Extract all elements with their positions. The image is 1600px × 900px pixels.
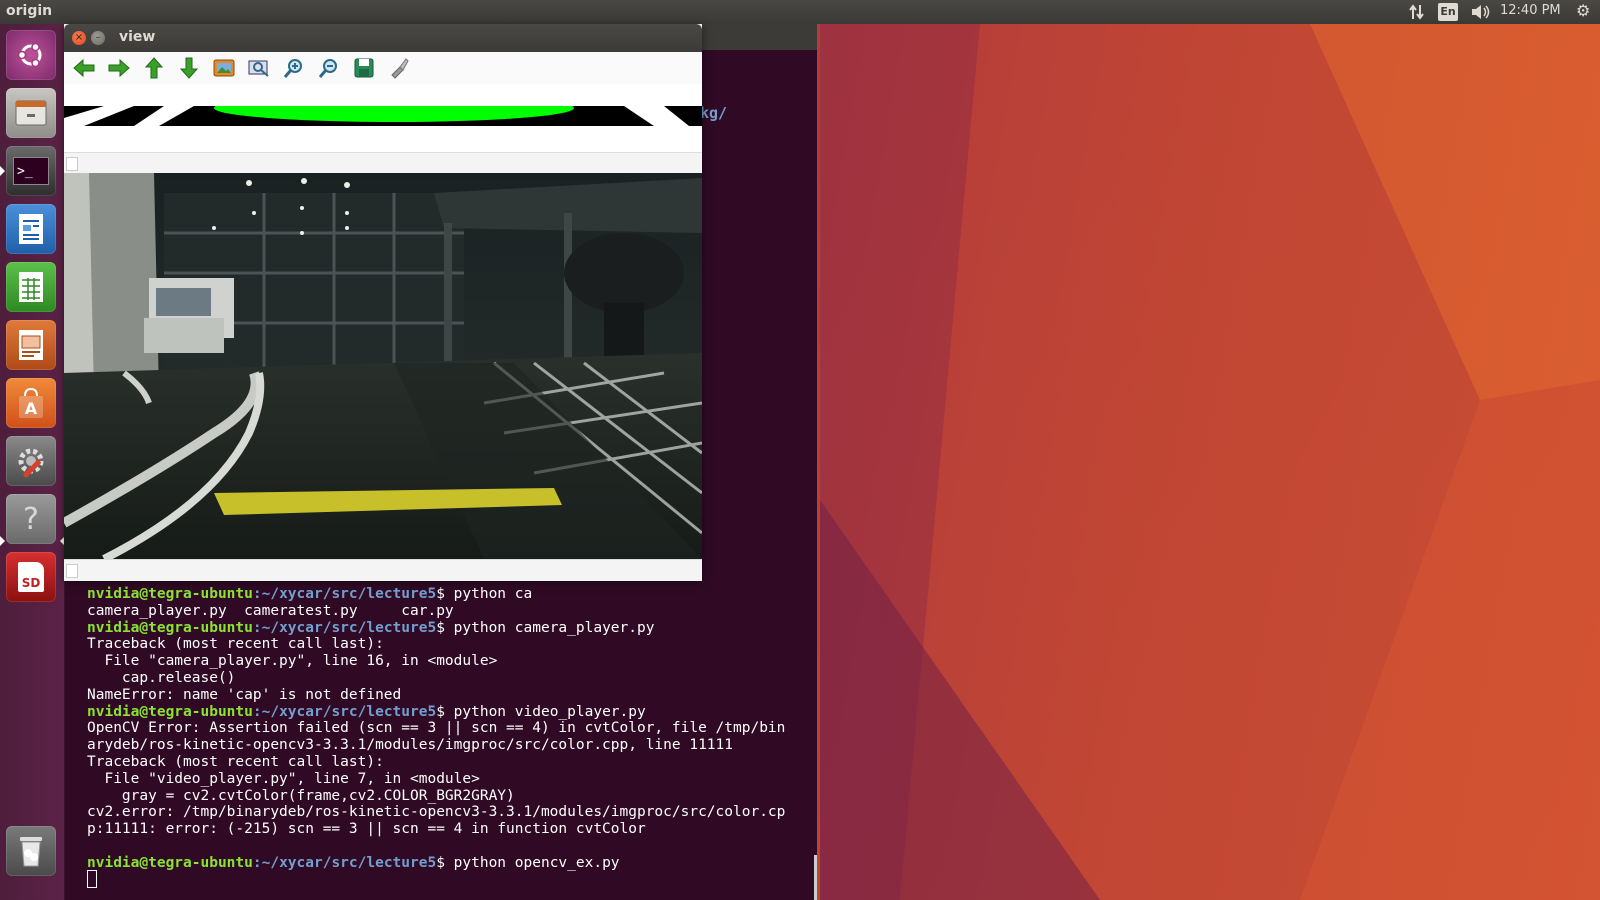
settings-button[interactable] xyxy=(385,55,413,81)
shopping-bag-icon: A xyxy=(19,387,43,418)
terminal-output-line: File "camera_player.py", line 16, in <mo… xyxy=(87,653,498,670)
forward-button[interactable] xyxy=(105,55,133,81)
zoom-fit-icon xyxy=(248,60,269,77)
terminal-output-line: cap.release() xyxy=(87,670,236,686)
terminal-output-line: Traceback (most recent call last): xyxy=(87,636,384,653)
checkbox-icon[interactable] xyxy=(66,564,78,578)
launcher-ubuntu-dash[interactable] xyxy=(6,30,56,80)
launcher-files[interactable] xyxy=(6,88,56,138)
clock[interactable]: 12:40 PM xyxy=(1500,3,1561,18)
arrow-up-icon xyxy=(144,57,164,79)
launcher-running-indicator xyxy=(0,166,5,176)
zoom-fit-button[interactable] xyxy=(245,55,273,81)
prompt-user: nvidia@tegra-ubuntu xyxy=(87,854,253,871)
prompt-command: $ python camera_player.py xyxy=(436,619,655,636)
launcher: >_ A ? SD xyxy=(0,24,65,900)
gear-icon[interactable]: ⚙ xyxy=(1576,1,1590,20)
view-window[interactable]: × – view xyxy=(64,24,702,581)
arrow-down-icon xyxy=(179,57,199,79)
arrow-right-icon xyxy=(108,58,130,78)
brush-icon xyxy=(391,58,409,79)
lane-strip-image xyxy=(64,104,702,126)
launcher-running-indicator xyxy=(0,536,5,546)
terminal-output-line: arydeb/ros-kinetic-opencv3-3.3.1/modules… xyxy=(87,737,734,754)
launcher-impress[interactable] xyxy=(6,320,56,370)
image-button[interactable] xyxy=(210,55,238,81)
terminal-prompt-line: nvidia@tegra-ubuntu:~/xycar/src/lecture5… xyxy=(87,586,532,603)
zoom-in-icon xyxy=(283,59,302,78)
terminal-output-line: OpenCV Error: Assertion failed (scn == 3… xyxy=(87,720,786,737)
terminal-output-line: NameError: name 'cap' is not defined xyxy=(87,686,402,703)
terminal-scrollbar[interactable] xyxy=(814,855,817,900)
file-cabinet-icon xyxy=(15,100,47,126)
terminal-prompt-line: nvidia@tegra-ubuntu:~/xycar/src/lecture5… xyxy=(87,620,654,637)
terminal-icon: >_ xyxy=(13,157,49,185)
up-button[interactable] xyxy=(140,55,168,81)
launcher-software-center[interactable]: A xyxy=(6,378,56,428)
camera-scene xyxy=(64,173,702,559)
view-toolbar xyxy=(64,52,702,84)
terminal-output-line: camera_player.py cameratest.py car.py xyxy=(87,602,454,619)
prompt-path: :~/xycar/src/lecture5 xyxy=(252,586,437,602)
launcher-sd-card[interactable]: SD xyxy=(6,552,56,602)
prompt-user: nvidia@tegra-ubuntu xyxy=(87,703,253,720)
trash-icon xyxy=(20,837,42,867)
keyboard-language-indicator[interactable]: En xyxy=(1438,3,1458,21)
terminal-output-line: p:11111: error: (-215) scn == 3 || scn =… xyxy=(87,821,646,838)
view-titlebar[interactable]: × – view xyxy=(64,24,702,52)
terminal-prompt-line: nvidia@tegra-ubuntu:~/xycar/src/lecture5… xyxy=(87,855,620,872)
prompt-command: $ python ca xyxy=(436,586,533,602)
terminal-prompt-line: nvidia@tegra-ubuntu:~/xycar/src/lecture5… xyxy=(87,704,646,721)
terminal-output-line: cv2.error: /tmp/binarydeb/ros-kinetic-op… xyxy=(87,804,786,821)
image-status-strip xyxy=(64,152,702,174)
prompt-path: :~/xycar/src/lecture5 xyxy=(252,619,437,636)
top-panel: origin En 12:40 PM ⚙ xyxy=(0,0,1600,24)
arrow-left-icon xyxy=(73,58,95,78)
zoom-out-icon xyxy=(318,59,337,78)
back-button[interactable] xyxy=(70,55,98,81)
image-status-strip-bottom xyxy=(64,559,702,581)
prompt-path: :~/xycar/src/lecture5 xyxy=(252,703,437,720)
document-icon xyxy=(19,214,43,244)
launcher-writer[interactable] xyxy=(6,204,56,254)
terminal-output-line: gray = cv2.cvtColor(frame,cv2.COLOR_BGR2… xyxy=(87,787,515,804)
terminal-output-line: Traceback (most recent call last): xyxy=(87,754,384,770)
wrench-gear-icon xyxy=(18,448,44,478)
presentation-icon xyxy=(19,330,43,360)
prompt-user: nvidia@tegra-ubuntu xyxy=(87,619,253,636)
down-button[interactable] xyxy=(175,55,203,81)
checkbox-icon[interactable] xyxy=(66,157,78,171)
ubuntu-logo-icon xyxy=(17,42,42,68)
network-updown-icon[interactable] xyxy=(1408,3,1426,25)
volume-icon[interactable] xyxy=(1470,3,1492,25)
sd-card-icon: SD xyxy=(18,562,44,592)
close-button[interactable]: × xyxy=(72,31,86,45)
view-window-title: view xyxy=(119,29,156,45)
launcher-help[interactable]: ? xyxy=(6,494,56,544)
spreadsheet-icon xyxy=(19,272,43,302)
active-window-title: origin xyxy=(6,3,53,19)
terminal-fragment: kg/ xyxy=(700,104,728,122)
camera-frame-image xyxy=(64,173,702,559)
prompt-command: $ python video_player.py xyxy=(436,703,646,720)
launcher-terminal[interactable]: >_ xyxy=(6,146,56,196)
zoom-out-button[interactable] xyxy=(315,55,343,81)
svg-text:A: A xyxy=(25,399,38,418)
help-icon: ? xyxy=(23,501,39,537)
save-button[interactable] xyxy=(350,55,378,81)
save-icon xyxy=(354,58,374,78)
prompt-user: nvidia@tegra-ubuntu xyxy=(87,586,253,602)
image-icon xyxy=(213,59,235,77)
prompt-command: $ python opencv_ex.py xyxy=(436,854,620,871)
launcher-calc[interactable] xyxy=(6,262,56,312)
terminal-cursor xyxy=(87,870,97,888)
zoom-in-button[interactable] xyxy=(280,55,308,81)
terminal-output-line: File "video_player.py", line 7, in <modu… xyxy=(87,770,480,787)
prompt-path: :~/xycar/src/lecture5 xyxy=(252,854,437,871)
minimize-button[interactable]: – xyxy=(91,31,105,45)
launcher-trash[interactable] xyxy=(6,826,56,876)
launcher-system-settings[interactable] xyxy=(6,436,56,486)
